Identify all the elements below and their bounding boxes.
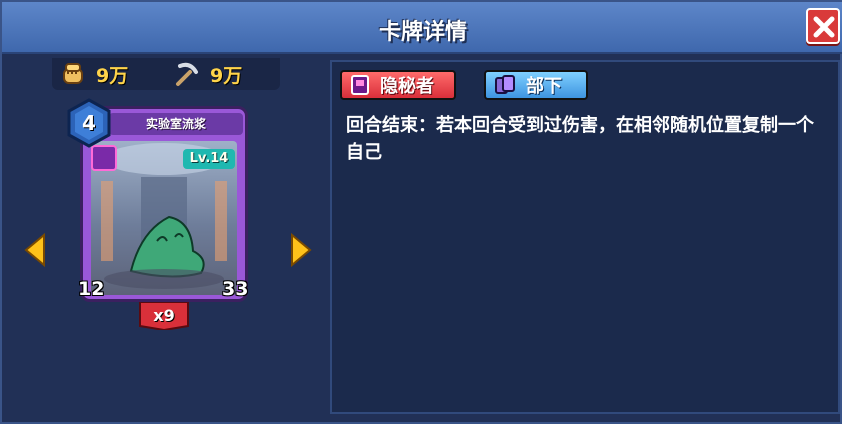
- title-bar: 卡牌详情: [2, 2, 842, 54]
- resource-pickaxe: 9万: [172, 61, 242, 87]
- resource-fist-value: 9万: [96, 64, 129, 87]
- arrow-left-icon[interactable]: [22, 232, 48, 268]
- card-details-window: 卡牌详情 9万 9万 实验室流浆 Lv.14 4 12 33 x9 隐秘者 部下…: [0, 0, 842, 424]
- card-preview-area: 9万 9万 实验室流浆 Lv.14 4 12 33 x9: [2, 54, 320, 424]
- resource-bar: 9万 9万: [52, 58, 280, 90]
- fist-icon: [63, 63, 83, 84]
- book-icon: [351, 75, 369, 95]
- card-type-icon: [91, 145, 117, 171]
- health-value: 33: [222, 278, 249, 300]
- tag-hidden-label: 隐秘者: [380, 76, 434, 97]
- resource-pickaxe-value: 9万: [210, 64, 243, 87]
- tag-minion-label: 部下: [526, 76, 562, 97]
- arrow-right-icon[interactable]: [288, 232, 314, 268]
- close-button[interactable]: [806, 8, 840, 44]
- close-icon: [813, 16, 835, 38]
- card-count: x9: [153, 306, 175, 325]
- cost-gem: 4: [66, 98, 112, 148]
- tag-minion[interactable]: 部下: [484, 70, 588, 100]
- card-description: 回合结束：若本回合受到过伤害，在相邻随机位置复制一个自己: [346, 115, 814, 163]
- window-title: 卡牌详情: [378, 20, 467, 45]
- attack-value: 12: [78, 278, 105, 300]
- card-detail-panel: 隐秘者 部下 回合结束：若本回合受到过伤害，在相邻随机位置复制一个自己: [330, 60, 840, 414]
- resource-fist: 9万: [60, 61, 128, 87]
- card-cost: 4: [82, 111, 96, 135]
- card-name: 实验室流浆: [109, 113, 243, 135]
- tag-hidden[interactable]: 隐秘者: [340, 70, 456, 100]
- card-count-ribbon: x9: [138, 301, 190, 332]
- card-level: Lv.14: [183, 149, 235, 169]
- cards-icon: [495, 75, 515, 94]
- pickaxe-icon: [176, 62, 198, 86]
